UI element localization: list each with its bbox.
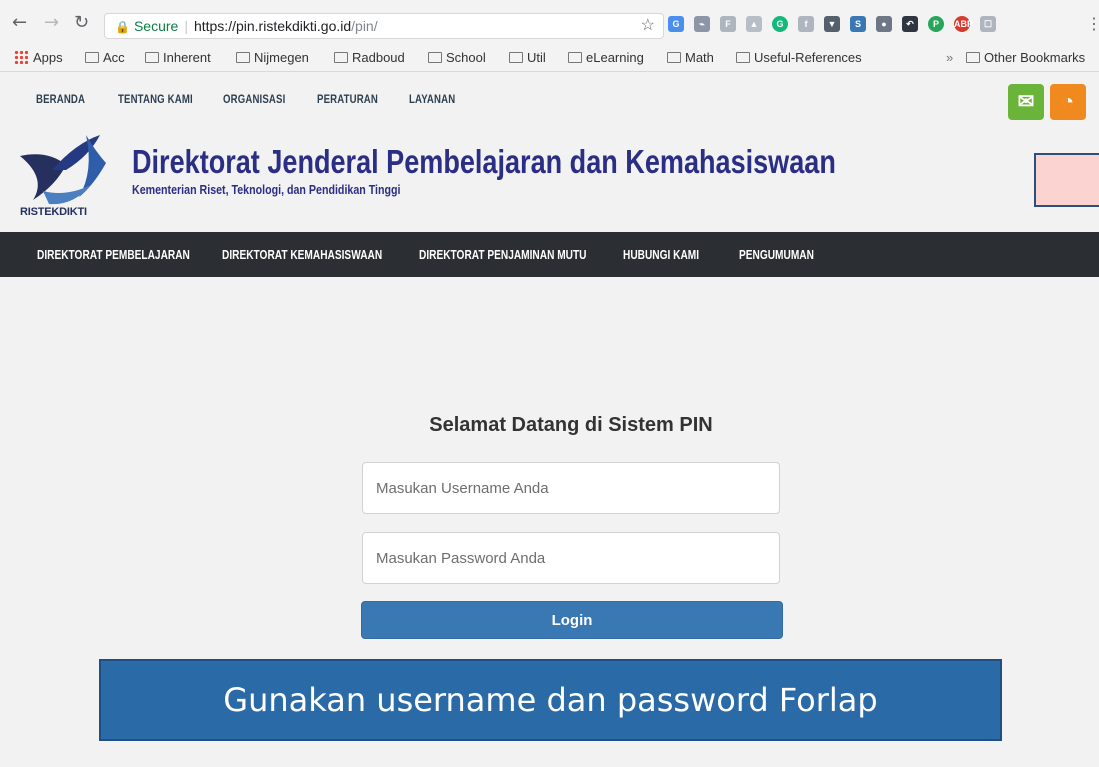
extensions-bar: G ⌁ F ▲ G f ▼ S ● ↶ P ABP ☐ [668, 16, 996, 34]
site-subtitle: Kementerian Riset, Teknologi, dan Pendid… [132, 182, 401, 197]
f-extension-icon[interactable]: F [720, 16, 736, 32]
folder-icon [236, 52, 250, 63]
nav-pengumuman[interactable]: PENGUMUMAN [739, 247, 814, 262]
address-bar[interactable]: 🔒 Secure | https://pin.ristekdikti.go.id/pi… [104, 13, 664, 39]
top-navigation: BERANDA TENTANG KAMI ORGANISASI PERATURA… [0, 72, 1099, 124]
grammarly-extension-icon[interactable]: G [772, 16, 788, 32]
nav-direktorat-penjaminan-mutu[interactable]: DIREKTORAT PENJAMINAN MUTU [419, 247, 587, 262]
logo-text: RISTEKDIKTI [20, 206, 87, 218]
bookmark-nijmegen[interactable]: Nijmegen [236, 50, 309, 65]
lock-icon: 🔒 [115, 20, 130, 34]
bookmark-overflow-icon[interactable]: » [946, 50, 953, 65]
folder-icon [334, 52, 348, 63]
folder-icon [428, 52, 442, 63]
rss-icon[interactable]: ◔ [1050, 84, 1086, 120]
folder-icon [145, 52, 159, 63]
highlight-box [1034, 153, 1099, 207]
folder-icon [509, 52, 523, 63]
bookmarks-bar: Apps Acc Inherent Nijmegen Radboud Schoo… [0, 44, 1099, 72]
bookmark-math[interactable]: Math [667, 50, 714, 65]
url-path: /pin/ [351, 18, 378, 34]
bookmark-useful-references[interactable]: Useful-References [736, 50, 862, 65]
nav-organisasi[interactable]: ORGANISASI [223, 92, 285, 106]
folder-icon [568, 52, 582, 63]
extension-icon[interactable]: f [798, 16, 814, 32]
bookmark-star-icon[interactable]: ☆ [641, 14, 655, 38]
login-title: Selamat Datang di Sistem PIN [429, 414, 713, 436]
forward-icon[interactable]: → [44, 14, 59, 32]
security-label: Secure [133, 18, 179, 34]
nav-beranda[interactable]: BERANDA [36, 92, 85, 106]
back-icon[interactable]: ← [12, 14, 27, 32]
login-button[interactable]: Login [361, 601, 783, 639]
other-bookmarks[interactable]: Other Bookmarks [966, 50, 1085, 65]
adblock-extension-icon[interactable]: ABP [954, 16, 973, 32]
site-title: Direktorat Jenderal Pembelajaran dan Kem… [132, 143, 836, 180]
lens-extension-icon[interactable]: ● [876, 16, 892, 32]
chart-extension-icon[interactable]: ⌁ [694, 16, 710, 32]
url-domain: https://pin.ristekdikti.go.id [193, 18, 352, 34]
ristekdikti-logo [20, 135, 106, 205]
bookmark-elearning[interactable]: eLearning [568, 50, 644, 65]
main-navigation: DIREKTORAT PEMBELAJARAN DIREKTORAT KEMAH… [0, 232, 1099, 277]
bookmark-apps[interactable]: Apps [14, 50, 63, 65]
folder-icon [736, 52, 750, 63]
bookmark-radboud[interactable]: Radboud [334, 50, 405, 65]
nav-direktorat-pembelajaran[interactable]: DIREKTORAT PEMBELAJARAN [37, 247, 190, 262]
s-extension-icon[interactable]: S [850, 16, 866, 32]
undo-extension-icon[interactable]: ↶ [902, 16, 918, 32]
nav-tentang-kami[interactable]: TENTANG KAMI [118, 92, 193, 106]
password-field[interactable] [362, 532, 780, 584]
nav-hubungi-kami[interactable]: HUBUNGI KAMI [623, 247, 699, 262]
apps-icon [14, 50, 28, 64]
browser-toolbar: ← → ↻ 🔒 Secure | https://pin.ristekdikti.go… [0, 0, 1099, 44]
folder-icon [85, 52, 99, 63]
email-icon[interactable]: ✉ [1008, 84, 1044, 120]
instruction-callout: Gunakan username dan password Forlap [99, 659, 1002, 741]
reload-icon[interactable]: ↻ [74, 14, 89, 32]
nav-layanan[interactable]: LAYANAN [409, 92, 455, 106]
drive-extension-icon[interactable]: ▲ [746, 16, 762, 32]
feedback-extension-icon[interactable]: ☐ [980, 16, 996, 32]
folder-icon [966, 52, 980, 63]
username-field[interactable] [362, 462, 780, 514]
bookmark-inherent[interactable]: Inherent [145, 50, 211, 65]
nav-peraturan[interactable]: PERATURAN [317, 92, 378, 106]
folder-icon [667, 52, 681, 63]
p-extension-icon[interactable]: P [928, 16, 944, 32]
bookmark-school[interactable]: School [428, 50, 486, 65]
bookmark-acc[interactable]: Acc [85, 50, 125, 65]
nav-direktorat-kemahasiswaan[interactable]: DIREKTORAT KEMAHASISWAAN [222, 247, 382, 262]
pocket-extension-icon[interactable]: ▼ [824, 16, 840, 32]
browser-menu-icon[interactable]: ⋮ [1086, 14, 1099, 34]
translate-extension-icon[interactable]: G [668, 16, 684, 32]
bookmark-util[interactable]: Util [509, 50, 546, 65]
